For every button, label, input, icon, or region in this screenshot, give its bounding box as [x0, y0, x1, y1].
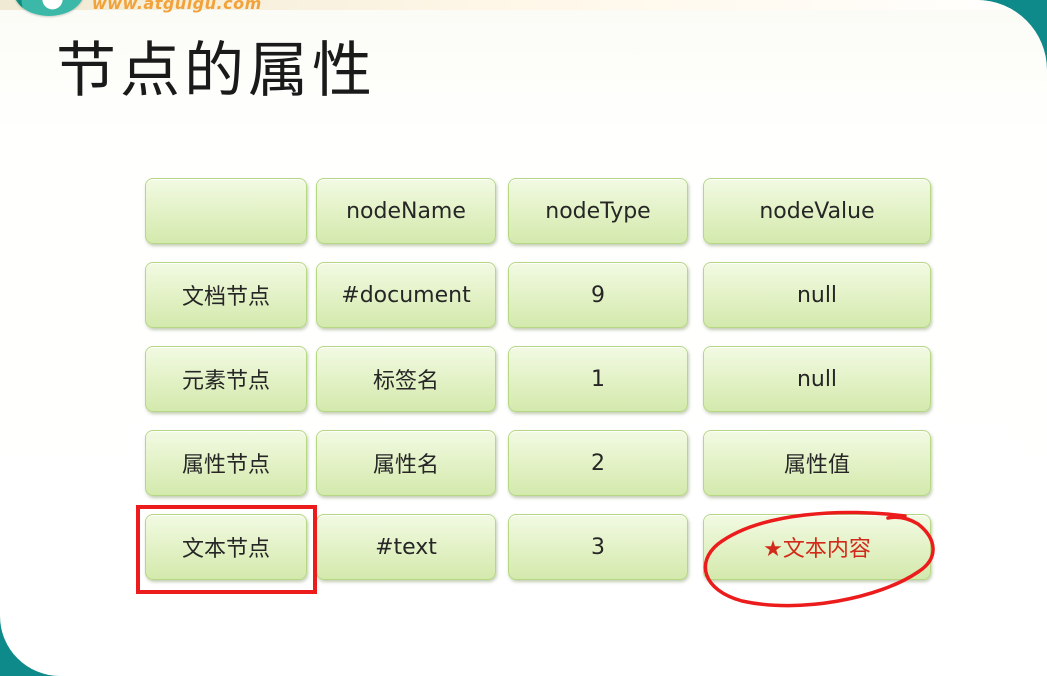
row-text-nodetype: 3: [508, 514, 688, 580]
row-element-nodename: 标签名: [316, 346, 496, 412]
row-element-nodetype: 1: [508, 346, 688, 412]
row-text-nodename: #text: [316, 514, 496, 580]
table-header-nodevalue: nodeValue: [703, 178, 931, 244]
row-attribute-nodevalue: 属性值: [703, 430, 931, 496]
row-text-nodevalue: ★文本内容: [703, 514, 931, 580]
table-header-nodename: nodeName: [316, 178, 496, 244]
row-attribute-nodetype: 2: [508, 430, 688, 496]
slide: www.atguigu.com 节点的属性 nodeName nodeType …: [0, 0, 1047, 676]
row-document-nodename: #document: [316, 262, 496, 328]
row-document-nodevalue: null: [703, 262, 931, 328]
row-element-nodevalue: null: [703, 346, 931, 412]
row-document-label: 文档节点: [145, 262, 307, 328]
row-attribute-label: 属性节点: [145, 430, 307, 496]
table-header-nodetype: nodeType: [508, 178, 688, 244]
row-attribute-nodename: 属性名: [316, 430, 496, 496]
annotation-highlight-box: [136, 505, 317, 594]
table-header-empty: [145, 178, 307, 244]
row-document-nodetype: 9: [508, 262, 688, 328]
row-element-label: 元素节点: [145, 346, 307, 412]
